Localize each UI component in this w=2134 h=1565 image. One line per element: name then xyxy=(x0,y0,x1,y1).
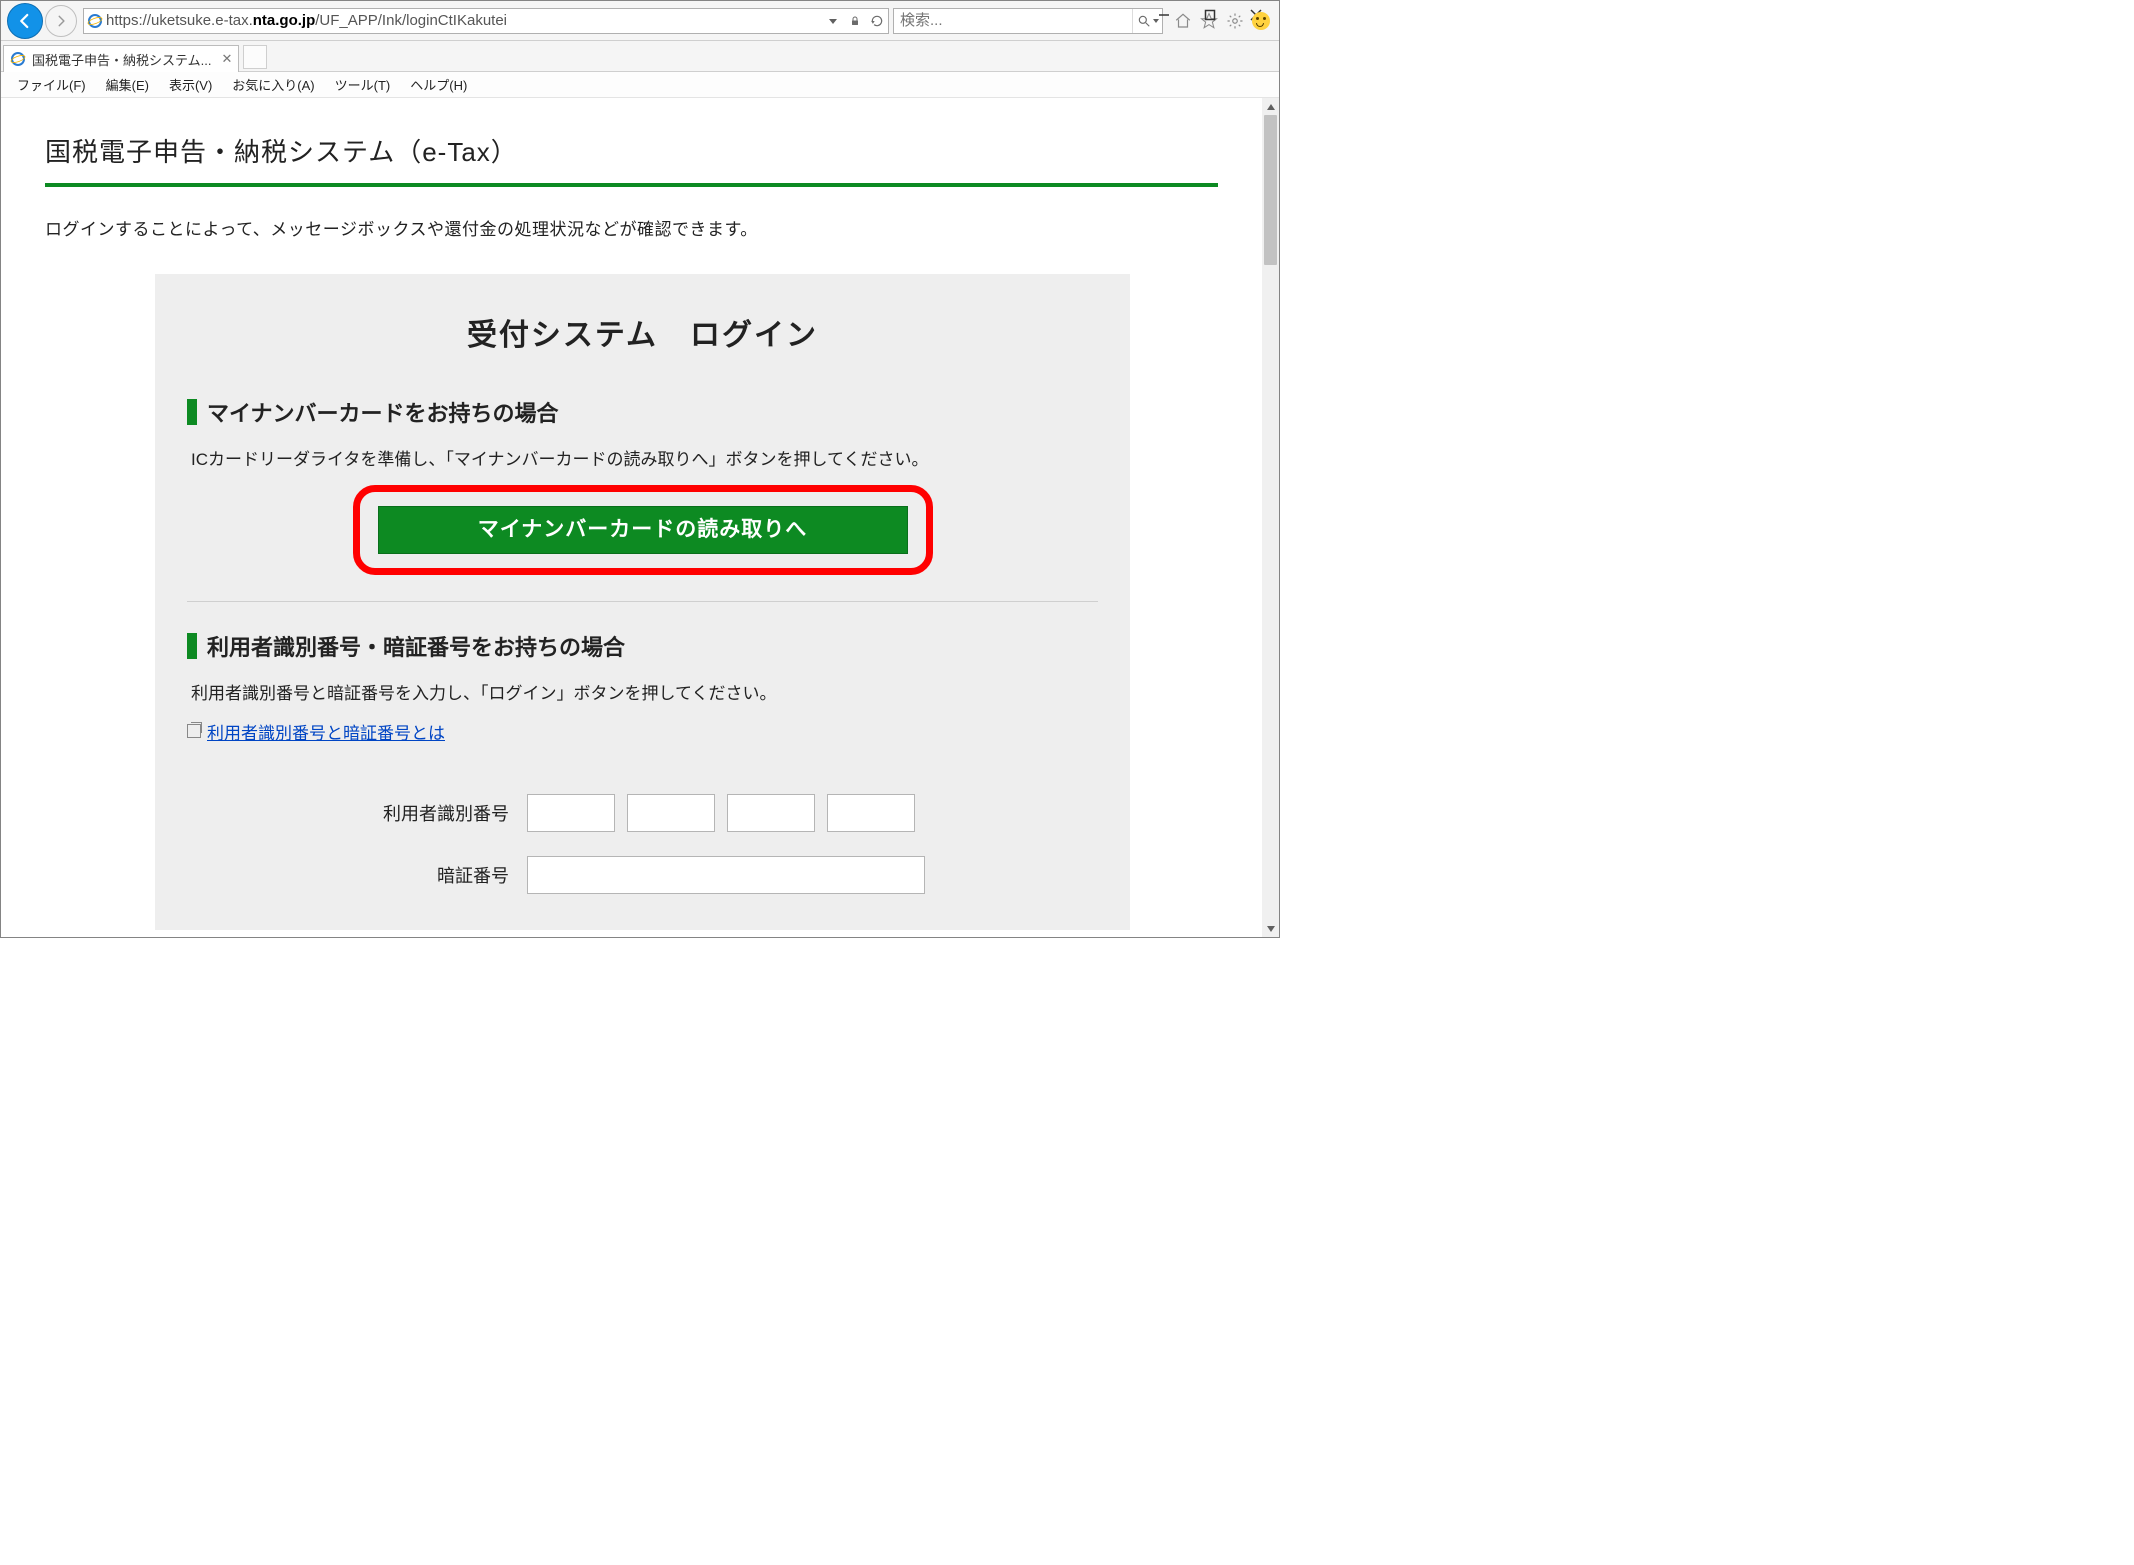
navigation-bar: https://uketsuke.e-tax.nta.go.jp/UF_APP/… xyxy=(1,1,1279,41)
ie-icon xyxy=(10,51,26,67)
login-form: 利用者識別番号 暗証番号 xyxy=(187,794,1098,894)
browser-tab[interactable]: 国税電子申告・納税システム... ✕ xyxy=(3,45,239,72)
scroll-down-button[interactable] xyxy=(1262,920,1279,937)
section-desc: 利用者識別番号と暗証番号を入力し、「ログイン」ボタンを押してください。 xyxy=(191,680,1098,709)
address-bar[interactable]: https://uketsuke.e-tax.nta.go.jp/UF_APP/… xyxy=(83,8,889,34)
search-bar[interactable] xyxy=(893,8,1163,34)
menu-file[interactable]: ファイル(F) xyxy=(7,72,96,97)
search-input[interactable] xyxy=(894,12,1132,29)
userid-part-4[interactable] xyxy=(827,794,915,832)
highlight-frame: マイナンバーカードの読み取りへ xyxy=(353,485,933,575)
ie-icon xyxy=(84,13,106,29)
password-input[interactable] xyxy=(527,856,925,894)
intro-text: ログインすることによって、メッセージボックスや還付金の処理状況などが確認できます… xyxy=(45,215,1218,240)
content-viewport: 国税電子申告・納税システム（e-Tax） ログインすることによって、メッセージボ… xyxy=(1,98,1279,937)
dropdown-icon[interactable] xyxy=(822,17,844,25)
menu-edit[interactable]: 編集(E) xyxy=(96,72,159,97)
tab-title: 国税電子申告・納税システム... xyxy=(32,50,211,69)
menu-bar: ファイル(F) 編集(E) 表示(V) お気に入り(A) ツール(T) ヘルプ(… xyxy=(1,72,1279,98)
back-button[interactable] xyxy=(7,3,43,39)
heading-bar xyxy=(187,633,197,659)
section-heading: マイナンバーカードをお持ちの場合 xyxy=(207,396,559,428)
divider xyxy=(187,601,1098,602)
menu-view[interactable]: 表示(V) xyxy=(159,72,222,97)
scroll-up-button[interactable] xyxy=(1262,98,1279,115)
label-password: 暗証番号 xyxy=(187,862,527,888)
menu-favorites[interactable]: お気に入り(A) xyxy=(222,72,324,97)
help-link[interactable]: 利用者識別番号と暗証番号とは xyxy=(207,719,445,744)
menu-tools[interactable]: ツール(T) xyxy=(325,72,401,97)
minimize-button[interactable] xyxy=(1141,1,1187,29)
title-underline xyxy=(45,183,1218,187)
refresh-button[interactable] xyxy=(866,14,888,28)
lock-icon xyxy=(844,15,866,27)
userid-part-2[interactable] xyxy=(627,794,715,832)
browser-window: https://uketsuke.e-tax.nta.go.jp/UF_APP/… xyxy=(0,0,1280,938)
external-link-icon xyxy=(187,724,201,738)
mynumber-read-button[interactable]: マイナンバーカードの読み取りへ xyxy=(378,506,908,554)
page-title: 国税電子申告・納税システム（e-Tax） xyxy=(45,132,1218,169)
menu-help[interactable]: ヘルプ(H) xyxy=(400,72,477,97)
vertical-scrollbar[interactable] xyxy=(1262,98,1279,937)
forward-button[interactable] xyxy=(45,5,77,37)
url-text: https://uketsuke.e-tax.nta.go.jp/UF_APP/… xyxy=(106,12,822,29)
tab-strip: 国税電子申告・納税システム... ✕ xyxy=(1,41,1279,72)
label-userid: 利用者識別番号 xyxy=(187,800,527,826)
userid-part-3[interactable] xyxy=(727,794,815,832)
panel-heading: 受付システム ログイン xyxy=(187,310,1098,354)
page-content: 国税電子申告・納税システム（e-Tax） ログインすることによって、メッセージボ… xyxy=(1,98,1262,937)
new-tab-button[interactable] xyxy=(243,45,267,69)
scroll-thumb[interactable] xyxy=(1264,115,1277,265)
userid-part-1[interactable] xyxy=(527,794,615,832)
section-mynumber: マイナンバーカードをお持ちの場合 ICカードリーダライタを準備し、「マイナンバー… xyxy=(187,396,1098,575)
section-userid: 利用者識別番号・暗証番号をお持ちの場合 利用者識別番号と暗証番号を入力し、「ログ… xyxy=(187,630,1098,894)
tab-close-icon[interactable]: ✕ xyxy=(221,51,232,67)
heading-bar xyxy=(187,399,197,425)
login-panel: 受付システム ログイン マイナンバーカードをお持ちの場合 ICカードリーダライタ… xyxy=(155,274,1130,930)
section-desc: ICカードリーダライタを準備し、「マイナンバーカードの読み取りへ」ボタンを押して… xyxy=(191,446,1098,475)
maximize-button[interactable] xyxy=(1187,1,1233,29)
section-heading: 利用者識別番号・暗証番号をお持ちの場合 xyxy=(207,630,625,662)
